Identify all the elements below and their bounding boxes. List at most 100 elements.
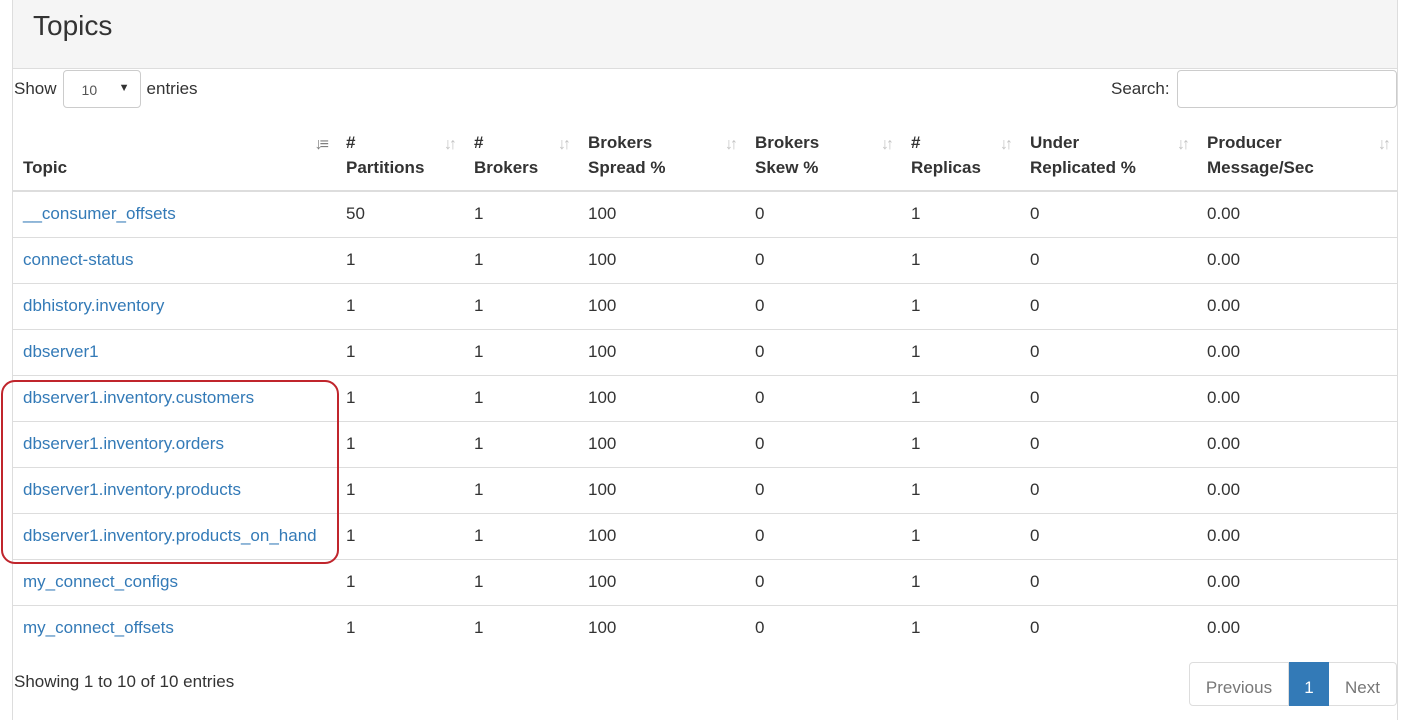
replicas-cell: 1	[911, 434, 921, 453]
brokers-spread-cell: 100	[588, 434, 617, 453]
next-page-button[interactable]: Next	[1329, 662, 1397, 706]
replicas-cell: 1	[911, 204, 921, 224]
table-row: connect-status 1 1 100 0 1 0 0.00	[13, 236, 1398, 283]
table-cell: 1	[336, 236, 464, 283]
brokers-cell: 1	[474, 526, 484, 545]
table-cell: 0.00	[1197, 466, 1398, 513]
brokers-skew-cell: 0	[755, 480, 765, 499]
topic-link[interactable]: dbserver1.inventory.customers	[23, 388, 254, 407]
table-cell: my_connect_offsets	[13, 604, 336, 651]
topic-link[interactable]: __consumer_offsets	[23, 204, 176, 223]
column-header-under-replicated[interactable]: Under Replicated % ↓↑	[1020, 122, 1197, 192]
producer-message-sec-cell: 0.00	[1207, 526, 1241, 545]
table-row: dbserver1 1 1 100 0 1 0 0.00	[13, 328, 1398, 375]
column-header-replicas[interactable]: # Replicas ↓↑	[901, 122, 1020, 192]
table-cell: 0	[1020, 328, 1197, 375]
column-header-line1: #	[474, 133, 484, 152]
table-row: my_connect_configs 1 1 100 0 1 0 0.00	[13, 558, 1398, 605]
table-row: __consumer_offsets 50 1 100 0 1 0 0.00	[13, 190, 1398, 237]
table-cell: 0	[745, 420, 901, 467]
producer-message-sec-cell: 0.00	[1207, 342, 1241, 361]
table-cell: 0	[745, 374, 901, 421]
previous-page-button[interactable]: Previous	[1189, 662, 1289, 706]
table-row: dbhistory.inventory 1 1 100 0 1 0 0.00	[13, 282, 1398, 329]
brokers-skew-cell: 0	[755, 572, 765, 591]
topic-link[interactable]: my_connect_offsets	[23, 618, 174, 637]
brokers-skew-cell: 0	[755, 434, 765, 453]
entries-per-page-select[interactable]: 10 ▼	[62, 70, 141, 108]
brokers-spread-cell: 100	[588, 618, 617, 638]
brokers-cell: 1	[474, 204, 484, 224]
brokers-skew-cell: 0	[755, 342, 765, 361]
table-cell: 0	[745, 466, 901, 513]
replicas-cell: 1	[911, 526, 921, 545]
page-1-button[interactable]: 1	[1289, 662, 1329, 706]
table-cell: 1	[464, 604, 578, 651]
table-cell: 0	[745, 512, 901, 559]
table-cell: 0.00	[1197, 374, 1398, 421]
table-cell: 1	[901, 420, 1020, 467]
table-cell: 1	[464, 282, 578, 329]
table-cell: 100	[578, 420, 745, 467]
column-header-line1: #	[911, 133, 921, 152]
topic-link[interactable]: connect-status	[23, 250, 134, 269]
partitions-cell: 1	[346, 480, 356, 499]
topic-link[interactable]: my_connect_configs	[23, 572, 178, 591]
under-replicated-cell: 0	[1030, 526, 1040, 545]
table-cell: 0.00	[1197, 236, 1398, 283]
column-header-partitions[interactable]: # Partitions ↓↑	[336, 122, 464, 192]
column-header-line2: Partitions	[346, 158, 425, 177]
table-cell: 1	[336, 604, 464, 651]
producer-message-sec-cell: 0.00	[1207, 572, 1241, 591]
table-cell: 1	[464, 420, 578, 467]
table-cell: 1	[901, 558, 1020, 605]
column-header-brokers-spread[interactable]: Brokers Spread % ↓↑	[578, 122, 745, 192]
table-cell: 1	[901, 604, 1020, 651]
brokers-spread-cell: 100	[588, 342, 617, 361]
under-replicated-cell: 0	[1030, 480, 1040, 499]
producer-message-sec-cell: 0.00	[1207, 434, 1241, 453]
brokers-cell: 1	[474, 480, 484, 499]
partitions-cell: 1	[346, 342, 356, 361]
partitions-cell: 1	[346, 296, 356, 315]
column-header-line2: Replicas	[911, 158, 981, 177]
table-cell: dbserver1.inventory.customers	[13, 374, 336, 421]
brokers-cell: 1	[474, 342, 484, 361]
partitions-cell: 1	[346, 250, 356, 269]
table-row: dbserver1.inventory.orders 1 1 100 0 1 0 0.00	[13, 420, 1398, 467]
column-header-line2: Message/Sec	[1207, 158, 1314, 177]
topics-table: Topic ↓≡ # Partitions ↓↑ # Brokers ↓↑ Brokers Spr…	[13, 122, 1398, 651]
topic-link[interactable]: dbserver1.inventory.products	[23, 480, 241, 499]
brokers-cell: 1	[474, 296, 484, 315]
brokers-spread-cell: 100	[588, 480, 617, 499]
table-cell: 1	[464, 466, 578, 513]
column-header-brokers[interactable]: # Brokers ↓↑	[464, 122, 578, 192]
search-input[interactable]	[1176, 70, 1397, 108]
column-header-producer-message-sec[interactable]: Producer Message/Sec ↓↑	[1197, 122, 1398, 192]
table-cell: 0	[745, 604, 901, 651]
table-cell: dbserver1.inventory.products_on_hand	[13, 512, 336, 559]
column-header-topic[interactable]: Topic ↓≡	[13, 122, 336, 192]
topic-link[interactable]: dbserver1	[23, 342, 99, 361]
table-cell: 1	[464, 374, 578, 421]
chevron-down-icon: ▼	[118, 82, 130, 94]
table-cell: 1	[901, 512, 1020, 559]
under-replicated-cell: 0	[1030, 572, 1040, 591]
topic-link[interactable]: dbhistory.inventory	[23, 296, 164, 315]
column-header-line1: #	[346, 133, 356, 152]
topic-link[interactable]: dbserver1.inventory.orders	[23, 434, 224, 453]
replicas-cell: 1	[911, 296, 921, 315]
table-cell: __consumer_offsets	[13, 190, 336, 237]
producer-message-sec-cell: 0.00	[1207, 388, 1241, 407]
brokers-cell: 1	[474, 388, 484, 407]
table-header-row: Topic ↓≡ # Partitions ↓↑ # Brokers ↓↑ Brokers Spr…	[13, 122, 1398, 192]
brokers-skew-cell: 0	[755, 618, 765, 638]
table-cell: 100	[578, 282, 745, 329]
under-replicated-cell: 0	[1030, 434, 1040, 453]
table-cell: 0	[1020, 512, 1197, 559]
under-replicated-cell: 0	[1030, 388, 1040, 407]
table-cell: 0.00	[1197, 512, 1398, 559]
column-header-brokers-skew[interactable]: Brokers Skew % ↓↑	[745, 122, 901, 192]
column-header-line2: Replicated %	[1030, 158, 1136, 177]
topic-link[interactable]: dbserver1.inventory.products_on_hand	[23, 526, 317, 545]
